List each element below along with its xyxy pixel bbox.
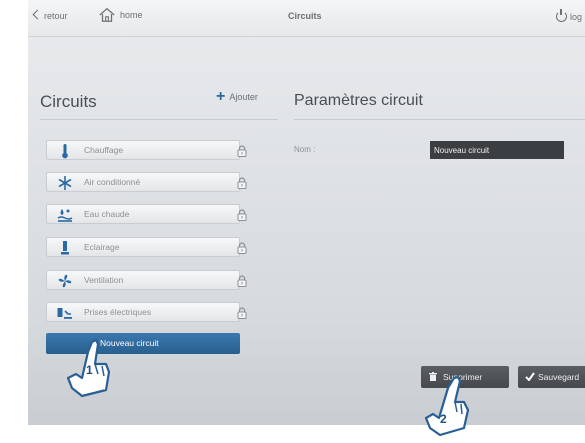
logout-label: log bbox=[570, 11, 583, 22]
lock-icon[interactable] bbox=[237, 274, 247, 287]
add-circuit-button[interactable]: + Ajouter bbox=[216, 88, 258, 105]
callout-hand-2: 2 bbox=[418, 375, 476, 438]
back-button[interactable]: retour bbox=[32, 9, 68, 21]
circuit-label: Ventilation bbox=[84, 275, 124, 285]
parameters-heading: Paramètres circuit bbox=[294, 92, 423, 109]
circuits-heading: Circuits bbox=[40, 92, 97, 111]
lock-icon[interactable] bbox=[237, 144, 247, 157]
circuit-item-prises-electriques[interactable]: Prises électriques bbox=[46, 302, 240, 322]
divider bbox=[294, 119, 585, 120]
save-button[interactable]: Sauvegard bbox=[518, 366, 585, 388]
name-field-label: Nom : bbox=[294, 145, 316, 154]
callout-number: 1 bbox=[86, 363, 93, 377]
lock-icon[interactable] bbox=[237, 306, 247, 319]
circuit-label: Air conditionné bbox=[84, 177, 141, 187]
name-input[interactable] bbox=[430, 141, 564, 159]
thermometer-icon bbox=[62, 144, 68, 159]
lock-icon[interactable] bbox=[237, 241, 247, 254]
home-button[interactable]: home bbox=[98, 6, 143, 24]
power-icon bbox=[556, 9, 567, 22]
circuit-label: Eclairage bbox=[84, 242, 120, 252]
home-icon bbox=[99, 7, 115, 22]
callout-hand-1: 1 bbox=[62, 338, 122, 400]
save-label: Sauvegard bbox=[538, 372, 580, 382]
lamp-icon bbox=[61, 241, 69, 255]
divider bbox=[40, 119, 278, 120]
circuit-item-eclairage[interactable]: Eclairage bbox=[46, 237, 240, 257]
back-label: retour bbox=[44, 11, 68, 21]
lock-icon[interactable] bbox=[237, 208, 247, 221]
page-title: Circuits bbox=[288, 11, 322, 21]
home-label: home bbox=[120, 10, 143, 20]
circuit-label: Eau chaude bbox=[84, 209, 130, 219]
plus-icon: + bbox=[216, 88, 226, 105]
checkmark-icon bbox=[525, 372, 535, 381]
plug-icon bbox=[57, 308, 72, 319]
top-bar: retour home Circuits log bbox=[28, 0, 585, 37]
circuit-item-air-conditionne[interactable]: Air conditionné bbox=[46, 172, 240, 192]
fan-icon bbox=[58, 274, 72, 288]
water-heater-icon bbox=[57, 209, 73, 222]
circuit-item-ventilation[interactable]: Ventilation bbox=[46, 270, 240, 290]
pointing-hand-icon bbox=[424, 375, 470, 437]
logout-button[interactable]: log bbox=[556, 9, 583, 22]
circuit-item-eau-chaude[interactable]: Eau chaude bbox=[46, 204, 240, 224]
lock-icon[interactable] bbox=[237, 176, 247, 189]
circuit-item-chauffage[interactable]: Chauffage bbox=[46, 140, 240, 160]
circuit-label: Chauffage bbox=[84, 145, 124, 155]
circuit-label: Prises électriques bbox=[84, 307, 152, 317]
callout-number: 2 bbox=[440, 412, 447, 426]
add-label: Ajouter bbox=[229, 92, 258, 102]
snowflake-icon bbox=[58, 176, 72, 190]
chevron-left-icon bbox=[32, 9, 43, 20]
